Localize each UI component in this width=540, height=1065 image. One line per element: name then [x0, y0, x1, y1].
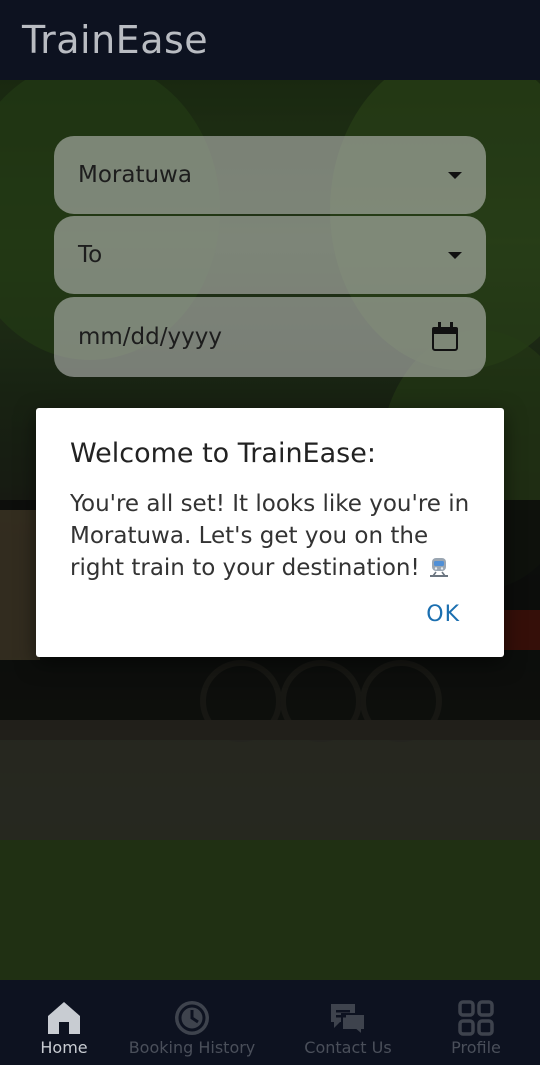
grid-icon — [458, 1000, 494, 1036]
date-input[interactable]: mm/dd/yyyy — [54, 297, 486, 377]
chevron-down-icon — [448, 171, 462, 179]
to-station-select[interactable]: To — [54, 216, 486, 294]
nav-item-booking-history[interactable]: Booking History — [120, 980, 264, 1065]
dialog-message: You're all set! It looks like you're in … — [70, 491, 470, 581]
nav-label-home: Home — [40, 1038, 88, 1057]
nav-label-profile: Profile — [451, 1038, 501, 1057]
chevron-down-icon — [448, 251, 462, 259]
date-placeholder: mm/dd/yyyy — [78, 324, 222, 350]
bottom-navigation: Home Booking History Contact Us Profile — [0, 980, 540, 1065]
nav-item-profile[interactable]: Profile — [436, 980, 516, 1065]
nav-item-contact-us[interactable]: Contact Us — [296, 980, 400, 1065]
ok-button[interactable]: OK — [426, 602, 460, 627]
to-station-placeholder: To — [78, 242, 103, 268]
app-title: TrainEase — [22, 18, 209, 62]
welcome-dialog: Welcome to TrainEase: You're all set! It… — [36, 408, 504, 657]
nav-label-booking-history: Booking History — [128, 1038, 256, 1057]
chat-icon — [331, 1004, 366, 1038]
from-station-select[interactable]: Moratuwa — [54, 136, 486, 214]
nav-item-home[interactable]: Home — [22, 980, 106, 1065]
home-icon — [48, 1002, 80, 1034]
train-icon — [430, 558, 449, 577]
calendar-icon[interactable] — [432, 322, 462, 352]
dialog-message-block: You're all set! It looks like you're in … — [70, 488, 480, 584]
from-station-value: Moratuwa — [78, 162, 192, 188]
app-bar: TrainEase — [0, 0, 540, 80]
nav-label-contact-us: Contact Us — [304, 1038, 392, 1057]
clock-icon — [175, 1001, 209, 1035]
dialog-title: Welcome to TrainEase: — [70, 438, 376, 469]
